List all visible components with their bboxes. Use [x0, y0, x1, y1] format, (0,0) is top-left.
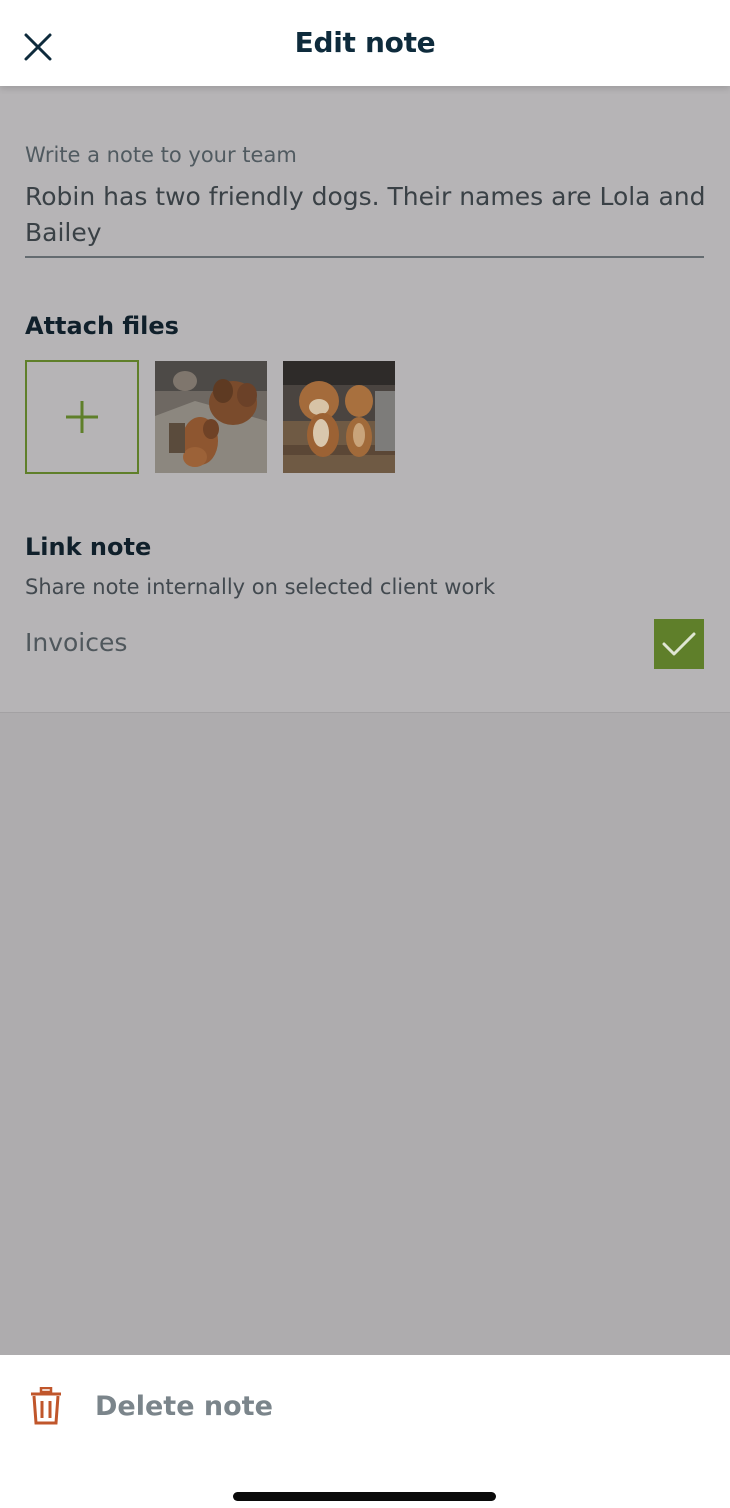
link-note-heading: Link note — [25, 533, 152, 561]
trash-icon — [20, 1380, 72, 1432]
delete-note-label: Delete note — [95, 1390, 273, 1422]
app-header: Edit note — [0, 0, 730, 86]
note-text-input[interactable]: Robin has two friendly dogs. Their names… — [25, 179, 715, 251]
note-field-label: Write a note to your team — [25, 143, 297, 167]
page-title: Edit note — [294, 26, 436, 59]
delete-note-button[interactable]: Delete note — [20, 1375, 320, 1437]
attachments-row — [25, 360, 395, 474]
checkmark-icon — [662, 632, 696, 656]
home-indicator[interactable] — [233, 1492, 496, 1501]
attach-files-heading: Attach files — [25, 312, 179, 340]
link-option-label: Invoices — [25, 628, 128, 657]
attachment-thumbnail[interactable] — [283, 361, 395, 473]
add-attachment-button[interactable] — [25, 360, 139, 474]
link-note-subtitle: Share note internally on selected client… — [25, 575, 496, 599]
bottom-action-bar: Delete note — [0, 1355, 730, 1508]
invoices-checkbox[interactable] — [654, 619, 704, 669]
dogs-photo-icon — [155, 361, 267, 473]
plus-icon — [66, 401, 98, 433]
note-form: Write a note to your team Robin has two … — [0, 86, 730, 713]
note-field-underline — [25, 256, 704, 258]
dogs-photo-icon — [283, 361, 395, 473]
attachment-thumbnail[interactable] — [155, 361, 267, 473]
